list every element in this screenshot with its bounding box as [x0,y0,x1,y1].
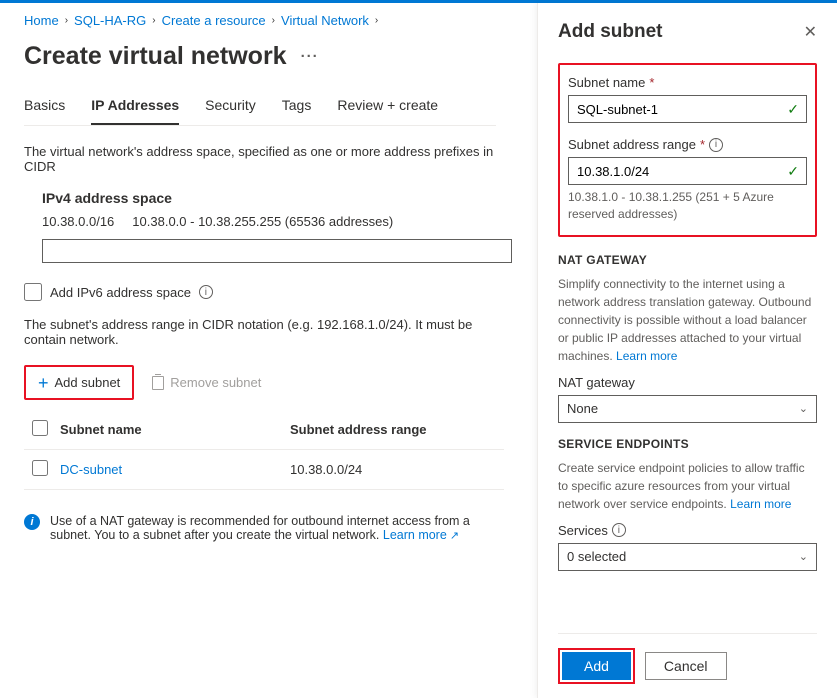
learn-more-link[interactable]: Learn more [383,528,459,542]
add-subnet-panel: Add subnet ✕ Subnet name * ✓ Subnet addr… [537,3,837,698]
ipv4-cidr: 10.38.0.0/16 [42,214,114,229]
add-button[interactable]: Add [562,652,631,680]
ipv4-heading: IPv4 address space [42,190,496,206]
services-field: Services i 0 selected ⌄ [558,523,817,571]
subnet-range-label: Subnet address range [568,137,696,152]
subnet-name-field: Subnet name * ✓ [568,75,807,123]
ipv4-range: 10.38.0.0 - 10.38.255.255 (65536 address… [132,214,393,229]
tab-basics[interactable]: Basics [24,97,65,125]
col-subnet-range: Subnet address range [290,422,496,437]
breadcrumb-vnet[interactable]: Virtual Network [281,13,369,28]
chevron-right-icon: › [152,15,155,26]
chevron-right-icon: › [375,15,378,26]
subnet-range-input[interactable] [568,157,807,185]
plus-icon: + [38,376,49,390]
nat-info-note: i Use of a NAT gateway is recommended fo… [24,514,504,542]
learn-more-link[interactable]: Learn more [616,349,677,363]
subnet-link[interactable]: DC-subnet [60,462,122,477]
tab-tags[interactable]: Tags [282,97,312,125]
chevron-right-icon: › [65,15,68,26]
info-icon[interactable]: i [709,138,723,152]
tab-review[interactable]: Review + create [337,97,438,125]
ipv4-block: 10.38.0.0/16 10.38.0.0 - 10.38.255.255 (… [42,214,496,263]
col-subnet-name: Subnet name [60,422,290,437]
subnet-table: Subnet name Subnet address range DC-subn… [24,410,504,490]
service-endpoints-heading: SERVICE ENDPOINTS [558,437,817,451]
subnet-range-cell: 10.38.0.0/24 [290,462,496,477]
breadcrumb-create[interactable]: Create a resource [162,13,266,28]
page-title: Create virtual network ··· [24,42,496,71]
chevron-down-icon: ⌄ [799,402,808,415]
table-row: DC-subnet 10.38.0.0/24 [24,450,504,490]
chevron-right-icon: › [272,15,275,26]
info-icon: i [24,514,40,530]
address-space-description: The virtual network's address space, spe… [24,144,496,174]
row-checkbox[interactable] [32,460,48,476]
tab-ip-addresses[interactable]: IP Addresses [91,97,179,125]
panel-footer: Add Cancel [558,633,817,698]
subnet-description: The subnet's address range in CIDR notat… [24,317,496,347]
panel-title: Add subnet [558,21,663,43]
select-all-checkbox[interactable] [32,420,48,436]
remove-subnet-button[interactable]: Remove subnet [152,375,261,390]
add-button-highlight: Add [558,648,635,684]
subnet-name-label: Subnet name [568,75,645,90]
chevron-down-icon: ⌄ [799,550,808,563]
subnet-range-hint: 10.38.1.0 - 10.38.1.255 (251 + 5 Azure r… [568,189,807,223]
services-select[interactable]: 0 selected ⌄ [558,543,817,571]
add-subnet-highlight: + Add subnet [24,365,134,400]
trash-icon [152,376,164,390]
more-actions-icon[interactable]: ··· [301,48,319,65]
ipv6-checkbox-row: Add IPv6 address space i [24,283,496,301]
ipv4-new-input[interactable] [42,239,512,263]
check-icon: ✓ [787,163,799,180]
subnet-fields-highlight: Subnet name * ✓ Subnet address range * i… [558,63,817,237]
nat-gateway-field: NAT gateway None ⌄ [558,375,817,423]
add-subnet-button[interactable]: + Add subnet [28,369,130,396]
cancel-button[interactable]: Cancel [645,652,727,680]
tab-security[interactable]: Security [205,97,256,125]
services-label: Services [558,523,608,538]
breadcrumb-rg[interactable]: SQL-HA-RG [74,13,146,28]
check-icon: ✓ [787,101,799,118]
subnet-name-input[interactable] [568,95,807,123]
nat-gateway-select[interactable]: None ⌄ [558,395,817,423]
info-icon[interactable]: i [612,523,626,537]
nat-gateway-label: NAT gateway [558,375,817,390]
subnet-actions: + Add subnet Remove subnet [24,365,496,400]
breadcrumb: Home › SQL-HA-RG › Create a resource › V… [24,13,496,28]
ipv6-checkbox[interactable] [24,283,42,301]
table-header-row: Subnet name Subnet address range [24,410,504,450]
nat-gateway-heading: NAT GATEWAY [558,253,817,267]
breadcrumb-home[interactable]: Home [24,13,59,28]
required-icon: * [649,75,654,90]
info-icon[interactable]: i [199,285,213,299]
ipv4-existing-row: 10.38.0.0/16 10.38.0.0 - 10.38.255.255 (… [42,214,496,229]
main-content: Home › SQL-HA-RG › Create a resource › V… [0,3,520,552]
tabs: Basics IP Addresses Security Tags Review… [24,97,496,126]
panel-header: Add subnet ✕ [558,21,817,43]
required-icon: * [700,137,705,152]
learn-more-link[interactable]: Learn more [730,497,791,511]
close-icon[interactable]: ✕ [804,22,817,42]
ipv6-label: Add IPv6 address space [50,285,191,300]
subnet-range-field: Subnet address range * i ✓ 10.38.1.0 - 1… [568,137,807,223]
nat-gateway-desc: Simplify connectivity to the internet us… [558,277,811,363]
